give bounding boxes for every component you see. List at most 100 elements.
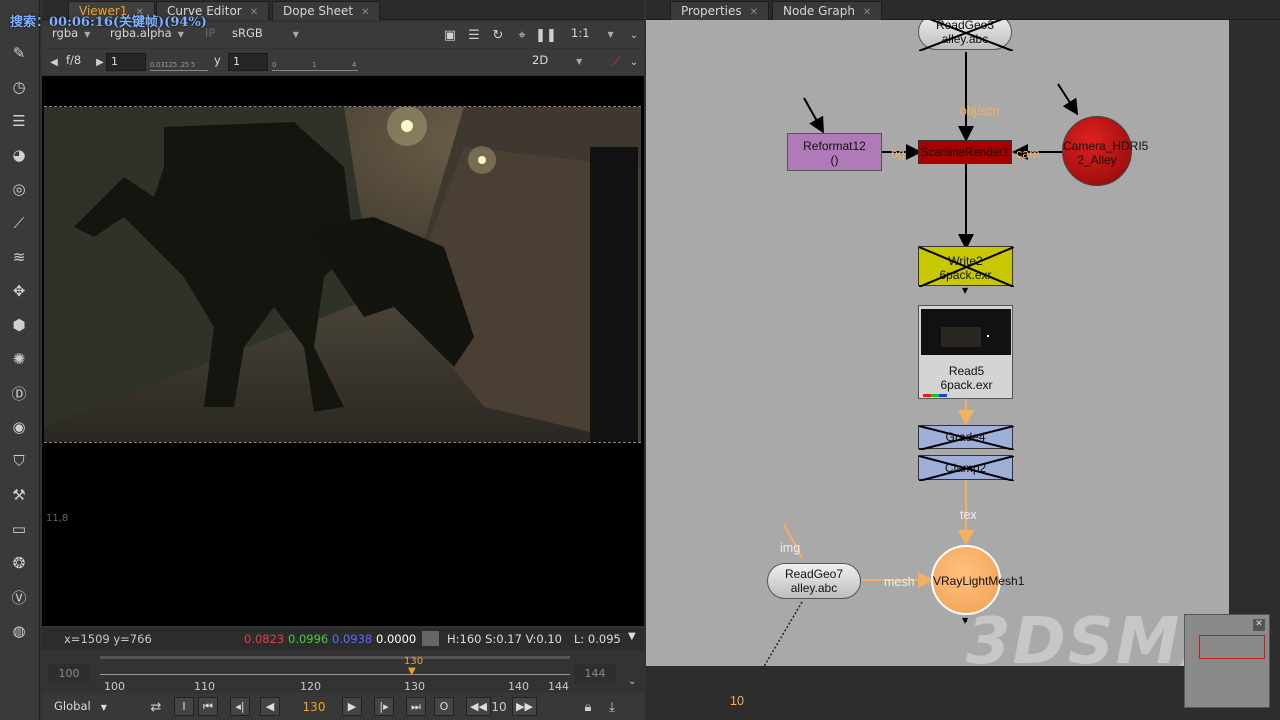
close-icon[interactable]: ✕ xyxy=(863,7,871,18)
pixel-info-bar: x=1509 y=766 0.0823 0.0996 0.0938 0.0000… xyxy=(42,628,644,650)
roi-icon[interactable]: ⌖ xyxy=(514,27,530,43)
chevron-down-icon[interactable]: ⌄ xyxy=(628,676,636,687)
paint-brush-icon[interactable]: ✎ xyxy=(8,42,30,64)
gain-field[interactable]: 1 xyxy=(106,53,146,71)
toolsets-icon[interactable]: ⚒ xyxy=(8,484,30,506)
tab-node-graph[interactable]: Node Graph ✕ xyxy=(772,1,883,20)
close-icon[interactable]: ✕ xyxy=(250,7,258,18)
deep-icon[interactable]: Ⓓ xyxy=(8,382,30,404)
time-icon[interactable]: ◷ xyxy=(8,76,30,98)
rendered-alley-image[interactable] xyxy=(44,106,641,443)
blue-value: 0.0938 xyxy=(332,632,373,646)
out-point-button[interactable]: O xyxy=(434,697,454,716)
timeline-start-field[interactable]: 100 xyxy=(48,664,90,684)
playback-bar: Global ▼ ⇄ I ⏮ ◂| ◀ 130 ▶ |▸ ⏭ O ◀◀ 10 ▶▶… xyxy=(42,693,644,720)
tab-properties[interactable]: Properties ✕ xyxy=(670,1,770,20)
alpha-value: 0.0000 xyxy=(376,632,417,646)
keyer-icon[interactable]: ⟋ xyxy=(8,212,30,234)
close-icon[interactable]: ✕ xyxy=(1253,619,1265,631)
chevron-down-icon[interactable]: ⌄ xyxy=(626,54,642,70)
color-wheel-icon[interactable]: ◕ xyxy=(8,144,30,166)
frame-field[interactable]: 130 xyxy=(292,698,336,717)
close-icon[interactable]: ✕ xyxy=(361,7,369,18)
green-value: 0.0996 xyxy=(288,632,329,646)
vray-icon[interactable]: Ⓥ xyxy=(8,586,30,608)
cache-icon[interactable]: ⤓ xyxy=(604,699,620,715)
timeline-end-field[interactable]: 144 xyxy=(574,664,616,684)
gamma-field[interactable]: 1 xyxy=(228,53,268,71)
tab-dope-sheet[interactable]: Dope Sheet ✕ xyxy=(272,1,381,20)
overlay-icon[interactable]: ▣ xyxy=(442,27,458,43)
timeline-baseline xyxy=(100,674,570,675)
colorspace-dropdown[interactable]: sRGB ▼ xyxy=(232,26,299,44)
cursor-coords: x=1509 y=766 xyxy=(64,632,152,646)
refresh-icon[interactable]: ↻ xyxy=(490,27,506,43)
list-icon[interactable]: ☰ xyxy=(466,27,482,43)
merge-icon[interactable]: ≋ xyxy=(8,246,30,268)
bg-label: bg xyxy=(891,147,905,161)
tick-label: 130 xyxy=(404,680,425,693)
playhead-icon[interactable]: ▼ xyxy=(408,666,416,677)
node-readgeo3[interactable]: ReadGeo3 alley.abc xyxy=(918,20,1013,51)
arrow-left-icon[interactable]: ◀ xyxy=(46,54,62,70)
disabled-cross-icon xyxy=(919,247,1014,287)
first-frame-button[interactable]: ⏮ xyxy=(198,697,218,716)
node-readgeo7[interactable]: ReadGeo7 alley.abc xyxy=(767,563,861,599)
gain-slider[interactable]: 0.03125 .25 5 xyxy=(150,55,208,71)
other-icon[interactable]: ▭ xyxy=(8,518,30,540)
navigator-viewport[interactable] xyxy=(1199,635,1265,659)
triangle-down-icon[interactable]: ▼ xyxy=(628,631,636,642)
overlay-caption: 搜索：00:06:16(关键帧)(94%) xyxy=(10,15,207,30)
view-mode-dropdown[interactable]: 2D ▼ xyxy=(532,53,582,71)
lock-icon[interactable]: 🔒︎ xyxy=(580,699,596,715)
tick-label: 120 xyxy=(300,680,321,693)
hsv-value: H:160 S:0.17 V:0.10 xyxy=(447,632,562,646)
chevron-down-icon[interactable]: ⌄ xyxy=(626,27,642,43)
last-frame-button[interactable]: ⏭ xyxy=(406,697,426,716)
node-graph-navigator[interactable]: ✕ xyxy=(1184,614,1270,708)
paint-icon[interactable]: ⟋ xyxy=(608,54,624,70)
rewind-icon: ◀◀ xyxy=(470,700,487,713)
triangle-down-icon: ▼ xyxy=(962,286,969,295)
prev-keyframe-button[interactable]: ◂| xyxy=(230,697,250,716)
in-point-button[interactable]: I xyxy=(174,697,194,716)
globe-icon[interactable]: ◍ xyxy=(8,620,30,642)
particles-icon[interactable]: ✺ xyxy=(8,348,30,370)
skip-forward-button[interactable]: ▶▶ xyxy=(512,697,537,716)
left-toolbar: ✎ ◷ ☰ ◕ ◎ ⟋ ≋ ✥ ⬢ ✺ Ⓓ ◉ ⛉ ⚒ ▭ ❂ Ⓥ ◍ xyxy=(0,0,40,720)
node-read5[interactable]: Read5 6pack.exr xyxy=(918,305,1013,399)
gamma-slider[interactable]: 0 1 4 xyxy=(272,55,358,71)
zoom-dropdown[interactable]: 1:1 ▼ xyxy=(571,26,614,44)
node-write2[interactable]: Write2 6pack.exr xyxy=(918,246,1014,287)
node-graph-panel: Properties ✕ Node Graph ✕ ReadGeo3 alley.a xyxy=(646,0,1280,720)
node-reformat12[interactable]: Reformat12 () xyxy=(787,133,882,171)
node-scanlinerender[interactable]: ScanlineRender1 xyxy=(918,140,1012,164)
metadata-icon[interactable]: ⛉ xyxy=(8,450,30,472)
loop-icon[interactable]: ⇄ xyxy=(148,699,164,715)
fast-forward-icon: ▶▶ xyxy=(516,700,533,713)
node-graph-canvas[interactable]: ReadGeo3 alley.abc obj/scn Reformat12 ()… xyxy=(646,20,1229,666)
node-grade4[interactable]: Grade4 xyxy=(918,425,1014,450)
filter-icon[interactable]: ◎ xyxy=(8,178,30,200)
pause-icon[interactable]: ❚❚ xyxy=(535,27,557,43)
play-forward-button[interactable]: ▶ xyxy=(342,697,362,716)
channel-icon[interactable]: ☰ xyxy=(8,110,30,132)
disabled-cross-icon xyxy=(919,456,1014,481)
play-icon: ▶ xyxy=(347,700,357,713)
node-camera[interactable]: Camera_HDRI5 2_Alley xyxy=(1062,116,1148,186)
transform-icon[interactable]: ✥ xyxy=(8,280,30,302)
increment-field[interactable]: 10 xyxy=(488,698,510,717)
furnace-icon[interactable]: ❂ xyxy=(8,552,30,574)
scope-dropdown[interactable]: Global ▼ xyxy=(54,699,107,713)
play-backward-button[interactable]: ◀ xyxy=(260,697,280,716)
timeline-ruler[interactable]: 100 110 120 130 140 144 130 ▼ xyxy=(100,656,570,693)
views-icon[interactable]: ◉ xyxy=(8,416,30,438)
disabled-cross-icon xyxy=(919,426,1014,450)
node-clamp2[interactable]: Clamp2 xyxy=(918,455,1014,481)
close-icon[interactable]: ✕ xyxy=(750,7,758,18)
3d-icon[interactable]: ⬢ xyxy=(8,314,30,336)
tick-label: 140 xyxy=(508,680,529,693)
timeline: 100 144 100 110 120 130 140 144 130 ▼ ⌄ xyxy=(42,652,644,693)
next-keyframe-button[interactable]: |▸ xyxy=(374,697,394,716)
bbox-label: 11,8 xyxy=(46,513,69,524)
